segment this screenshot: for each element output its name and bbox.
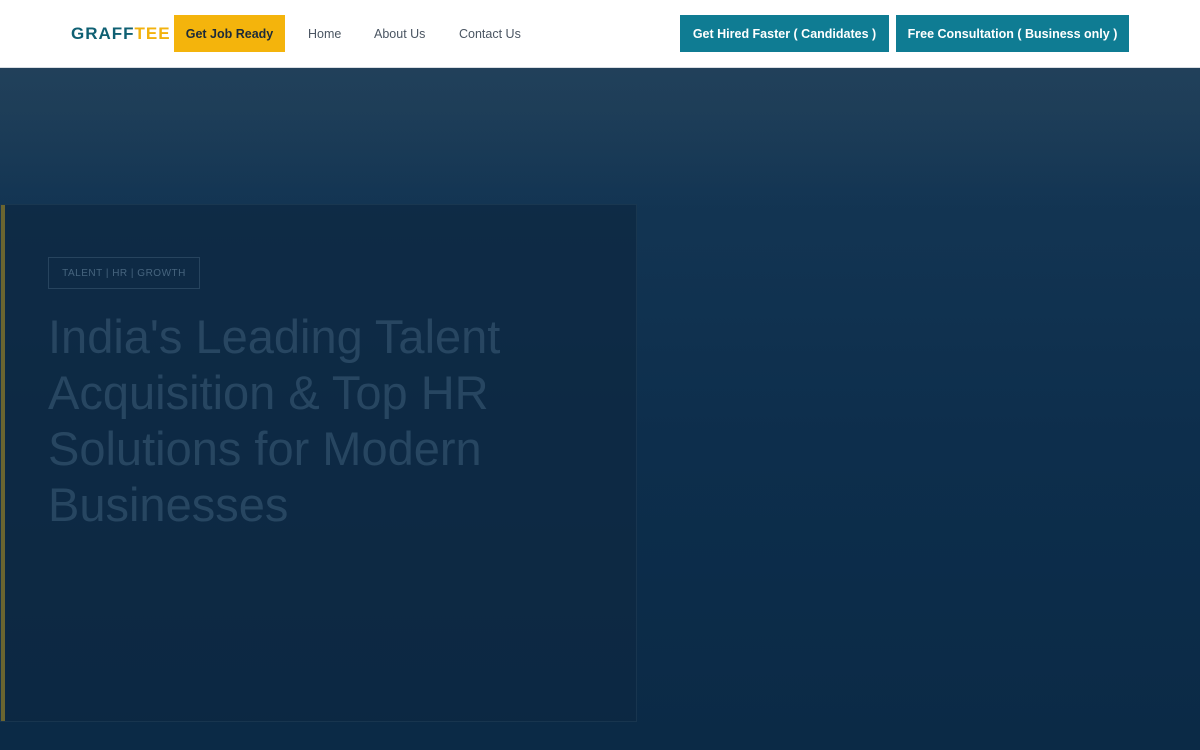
get-hired-faster-button[interactable]: Get Hired Faster ( Candidates ) <box>680 15 889 52</box>
site-header: GRAFFTEE Get Job Ready Home About Us Con… <box>0 0 1200 68</box>
logo-part1: GRAFF <box>71 24 135 43</box>
get-job-ready-button[interactable]: Get Job Ready <box>174 15 285 52</box>
page: GRAFFTEE Get Job Ready Home About Us Con… <box>0 0 1200 750</box>
free-consultation-button[interactable]: Free Consultation ( Business only ) <box>896 15 1129 52</box>
hero-section: TALENT | HR | GROWTH India's Leading Tal… <box>0 68 1200 750</box>
hero-card: TALENT | HR | GROWTH India's Leading Tal… <box>0 204 637 722</box>
logo-part2: TEE <box>134 24 171 43</box>
hero-glow <box>0 68 1200 208</box>
nav-contact-link[interactable]: Contact Us <box>459 26 521 42</box>
hero-tag: TALENT | HR | GROWTH <box>48 257 200 289</box>
nav-home-link[interactable]: Home <box>308 26 341 42</box>
nav-about-link[interactable]: About Us <box>374 26 425 42</box>
hero-accent-bar <box>1 205 5 721</box>
hero-title: India's Leading Talent Acquisition & Top… <box>48 310 501 531</box>
logo[interactable]: GRAFFTEE <box>71 24 171 44</box>
